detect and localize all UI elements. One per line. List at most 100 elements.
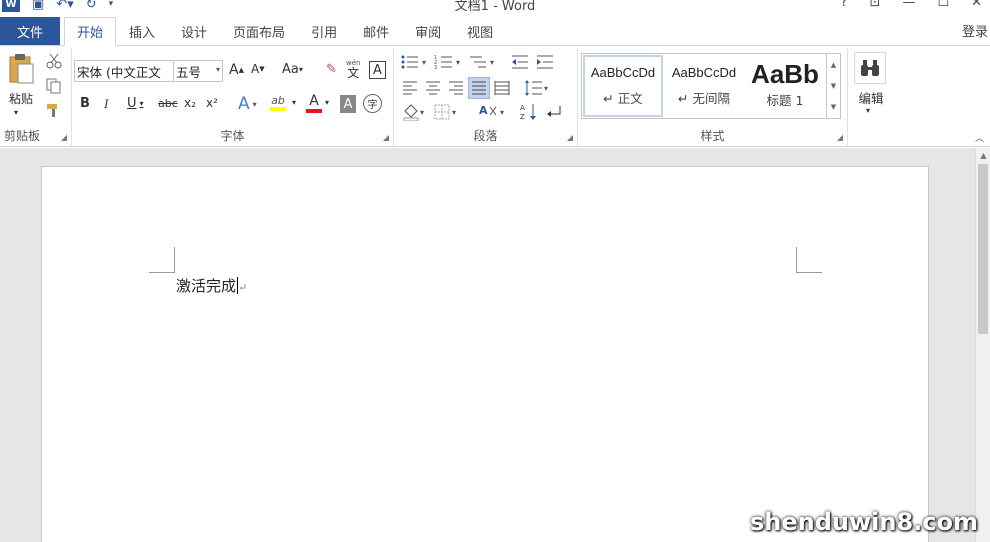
bold-button[interactable]: B: [80, 96, 90, 111]
character-shading-button[interactable]: A: [340, 95, 356, 113]
justify-button[interactable]: [468, 77, 490, 99]
strikethrough-button[interactable]: abc: [158, 97, 178, 110]
ribbon-tabs: 文件 开始 插入 设计 页面布局 引用 邮件 审阅 视图 登录: [0, 17, 990, 46]
subscript-button[interactable]: x₂: [184, 96, 196, 110]
align-center-icon[interactable]: [425, 81, 441, 95]
font-color-button[interactable]: A: [306, 93, 322, 113]
paste-button[interactable]: 粘贴: [4, 90, 38, 106]
tab-home[interactable]: 开始: [64, 17, 117, 46]
tab-references[interactable]: 引用: [298, 17, 350, 45]
distributed-icon[interactable]: [494, 81, 510, 95]
show-marks-icon[interactable]: [546, 104, 562, 120]
svg-text:▾: ▾: [500, 108, 504, 117]
paragraph-launcher-icon[interactable]: ◢: [567, 133, 573, 142]
vertical-scrollbar[interactable]: ▲: [975, 148, 990, 542]
style-heading-1[interactable]: AaBb 标题 1: [746, 55, 824, 117]
grow-font-button[interactable]: A ▲: [229, 62, 244, 78]
cut-icon[interactable]: [46, 53, 62, 69]
italic-button[interactable]: I: [104, 96, 108, 112]
align-right-icon[interactable]: [448, 81, 464, 95]
tab-mailings[interactable]: 邮件: [350, 17, 402, 45]
font-name-box[interactable]: 宋体 (中文正文: [74, 60, 174, 82]
align-left-icon[interactable]: [402, 81, 418, 95]
phonetic-guide-button[interactable]: wén 文: [346, 58, 360, 79]
styles-scroll-up-icon[interactable]: ▲: [831, 61, 836, 69]
style-no-spacing[interactable]: AaBbCcDd ↵ 无间隔: [664, 55, 744, 117]
numbering-icon[interactable]: 123 ▾: [434, 54, 464, 70]
find-button[interactable]: [854, 52, 886, 84]
binoculars-icon: [861, 60, 879, 76]
copy-icon[interactable]: [46, 78, 62, 94]
svg-text:A: A: [479, 104, 488, 117]
styles-scrollbar[interactable]: ▲ ▼ ▼: [826, 54, 840, 118]
tab-page-layout[interactable]: 页面布局: [220, 17, 298, 45]
font-launcher-icon[interactable]: ◢: [383, 133, 389, 142]
tab-design[interactable]: 设计: [168, 17, 220, 45]
title-bar: W ▣ ↶▾ ↻ ▾ 文档1 - Word ? ⊡ — ☐ ✕: [0, 0, 990, 14]
document-page[interactable]: 激活完成 ↵: [41, 166, 929, 542]
font-size-dropdown-icon[interactable]: ▾: [216, 65, 220, 74]
editing-dropdown-icon[interactable]: ▾: [866, 106, 870, 115]
shrink-font-button[interactable]: A ▼: [251, 62, 265, 76]
styles-group-label: 样式: [700, 129, 725, 143]
svg-text:▾: ▾: [452, 108, 456, 117]
font-size-value: 五号: [176, 64, 202, 80]
character-border-button[interactable]: A: [369, 61, 386, 79]
line-spacing-icon[interactable]: ▾: [524, 79, 550, 97]
format-painter-icon[interactable]: [46, 102, 62, 118]
paragraph-group: ▾ 123 ▾ ▾ ▾ ▾ ▾ A ▾ A Z 段落 ◢: [394, 48, 578, 146]
tab-review[interactable]: 审阅: [402, 17, 454, 45]
paste-dropdown-icon[interactable]: ▾: [14, 108, 18, 117]
help-button[interactable]: ?: [841, 0, 848, 10]
svg-text:▾: ▾: [422, 58, 426, 67]
ribbon-display-options-icon[interactable]: ⊡: [870, 0, 881, 10]
tab-file[interactable]: 文件: [0, 17, 60, 45]
scroll-up-icon[interactable]: ▲: [976, 148, 990, 163]
styles-more-icon[interactable]: ▼: [831, 103, 836, 111]
shading-icon[interactable]: ▾: [402, 103, 428, 121]
styles-scroll-down-icon[interactable]: ▼: [831, 82, 836, 90]
borders-icon[interactable]: ▾: [434, 104, 460, 120]
svg-text:▾: ▾: [420, 108, 424, 117]
font-group-label: 字体: [220, 129, 245, 143]
collapse-ribbon-icon[interactable]: ︿: [975, 131, 984, 144]
justify-icon: [472, 81, 486, 95]
tab-insert[interactable]: 插入: [116, 17, 168, 45]
styles-gallery: AaBbCcDd ↵ 正文 AaBbCcDd ↵ 无间隔 AaBb 标题 1 ▲…: [581, 53, 841, 119]
minimize-button[interactable]: —: [902, 0, 915, 10]
highlight-dropdown-icon[interactable]: ▾: [292, 98, 296, 107]
styles-launcher-icon[interactable]: ◢: [837, 133, 843, 142]
svg-text:Z: Z: [520, 113, 525, 121]
login-link[interactable]: 登录: [962, 21, 988, 40]
tab-view[interactable]: 视图: [454, 17, 506, 45]
font-group: 宋体 (中文正文 五号 ▾ A ▲ A ▼ Aa ▾ ✎ wén 文 A B I U ▾ …: [72, 48, 394, 146]
scrollbar-thumb[interactable]: [978, 164, 988, 334]
watermark: shenduwin8.com: [749, 508, 978, 536]
clipboard-launcher-icon[interactable]: ◢: [61, 133, 67, 142]
document-body-text[interactable]: 激活完成 ↵: [176, 275, 247, 296]
editing-button[interactable]: 编辑: [856, 88, 886, 107]
margin-corner-top-left: [149, 247, 175, 273]
clear-formatting-icon[interactable]: ✎: [326, 62, 337, 77]
font-size-box[interactable]: 五号 ▾: [173, 60, 223, 82]
editing-group: 编辑 ▾: [848, 48, 898, 146]
sort-icon[interactable]: AZ: [520, 102, 538, 122]
multilevel-list-icon[interactable]: ▾: [468, 54, 498, 70]
superscript-button[interactable]: x²: [206, 96, 218, 110]
paste-icon[interactable]: [8, 54, 34, 84]
close-button[interactable]: ✕: [971, 0, 982, 10]
highlight-button[interactable]: ab: [270, 94, 286, 111]
font-color-dropdown-icon[interactable]: ▾: [325, 98, 329, 107]
paragraph-group-label: 段落: [473, 129, 498, 143]
paragraph-mark: ↵: [238, 281, 248, 294]
style-normal[interactable]: AaBbCcDd ↵ 正文: [583, 55, 663, 117]
text-effects-button[interactable]: A ▾: [238, 94, 257, 114]
enclose-characters-button[interactable]: 字: [363, 94, 382, 113]
increase-indent-icon[interactable]: [535, 54, 555, 70]
bullets-icon[interactable]: ▾: [400, 54, 430, 70]
underline-button[interactable]: U ▾: [127, 96, 144, 111]
maximize-button[interactable]: ☐: [937, 0, 949, 10]
decrease-indent-icon[interactable]: [510, 54, 530, 70]
change-case-button[interactable]: Aa ▾: [282, 62, 303, 77]
chinese-layout-icon[interactable]: A ▾: [478, 103, 508, 121]
